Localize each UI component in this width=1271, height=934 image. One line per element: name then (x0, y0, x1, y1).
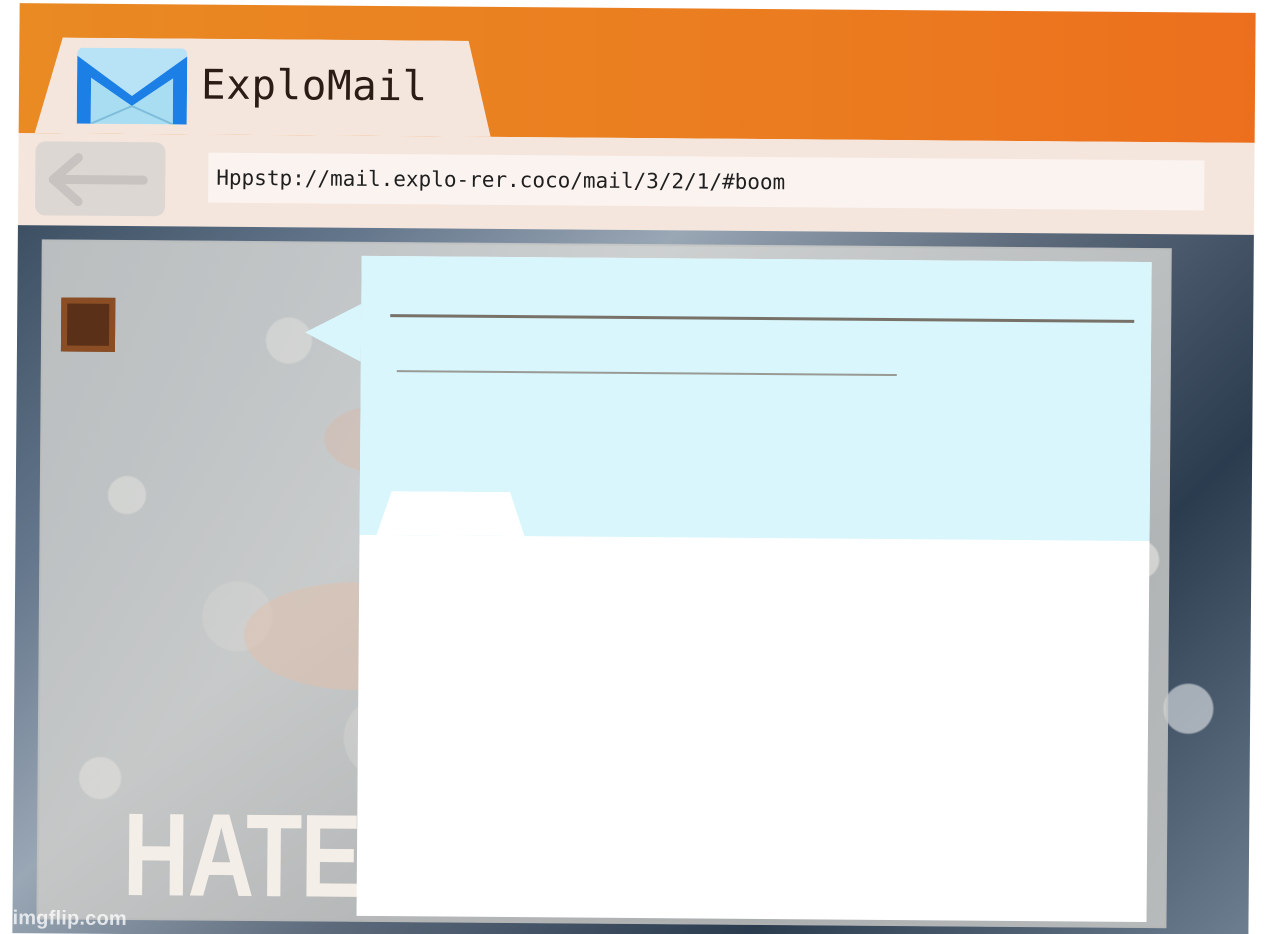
screen: ExploMail Hppstp://mail.explo-rer.coco/m… (0, 0, 1271, 934)
envelope-icon (76, 47, 188, 125)
back-arrow-icon (48, 153, 148, 207)
subject-placeholder-line (390, 314, 1135, 323)
mail-window: ExploMail Hppstp://mail.explo-rer.coco/m… (12, 3, 1256, 934)
message-panel (356, 255, 1152, 923)
message-header (359, 255, 1152, 542)
back-button[interactable] (35, 141, 166, 217)
background-meme-text: HATE (122, 789, 361, 923)
toolbar: Hppstp://mail.explo-rer.coco/mail/3/2/1/… (17, 133, 1255, 235)
metadata-placeholder-line (396, 370, 897, 377)
app-title: ExploMail (200, 60, 428, 111)
message-view-background: HATE imgflip.com (12, 225, 1254, 934)
imgflip-watermark: imgflip.com (12, 907, 128, 931)
address-bar[interactable]: Hppstp://mail.explo-rer.coco/mail/3/2/1/… (208, 152, 1205, 211)
reply-tab[interactable] (377, 491, 525, 536)
sender-avatar (60, 297, 116, 352)
